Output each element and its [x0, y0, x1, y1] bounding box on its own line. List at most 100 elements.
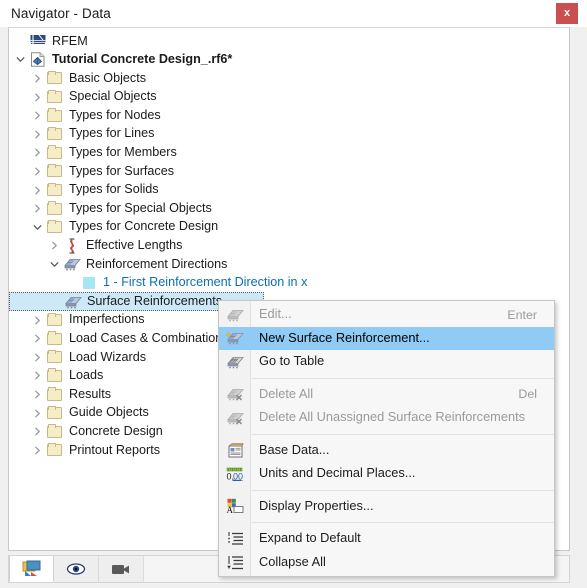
folder-icon — [45, 312, 64, 328]
delete-unassigned-icon — [219, 406, 251, 430]
chevron-right-icon[interactable] — [30, 422, 45, 441]
menu-item[interactable]: Delete All Unassigned Surface Reinforcem… — [219, 406, 554, 430]
chevron-right-icon[interactable] — [30, 404, 45, 423]
folder-open-icon — [45, 219, 64, 235]
folder-icon — [45, 405, 64, 421]
menu-item-label: New Surface Reinforcement... — [259, 329, 430, 345]
tree-item-label: Imperfections — [69, 312, 145, 327]
tree-row[interactable]: Effective Lengths — [9, 237, 569, 256]
tree-row[interactable]: 1 - First Reinforcement Direction in x — [9, 274, 569, 293]
menu-item[interactable]: Collapse All — [219, 551, 554, 575]
chevron-right-icon[interactable] — [30, 330, 45, 349]
tree-row[interactable]: Types for Solids — [9, 181, 569, 200]
chevron-right-icon[interactable] — [30, 311, 45, 330]
tree-row[interactable]: Tutorial Concrete Design_.rf6* — [9, 51, 569, 70]
tree-row[interactable]: Special Objects — [9, 88, 569, 107]
chevron-right-icon[interactable] — [30, 125, 45, 144]
chevron-right-icon[interactable] — [30, 106, 45, 125]
go-to-table-icon — [219, 350, 251, 374]
folder-icon — [45, 126, 64, 142]
menu-item-shortcut: Enter — [507, 307, 537, 322]
menu-separator — [252, 522, 554, 523]
menu-item-label: Go to Table — [259, 353, 325, 369]
rfem-logo-icon — [28, 33, 47, 49]
context-menu[interactable]: Edit... Enter New Surface Reinforcement...… — [218, 300, 555, 577]
tree-item-label: RFEM — [52, 33, 88, 48]
tree-item-label: Types for Concrete Design — [69, 219, 219, 234]
chevron-right-icon[interactable] — [30, 441, 45, 460]
menu-item[interactable]: Delete All Del — [219, 383, 554, 407]
chevron-right-icon[interactable] — [47, 237, 62, 256]
chevron-down-icon[interactable] — [47, 255, 62, 274]
menu-separator — [252, 377, 554, 379]
menu-item[interactable]: Go to Table — [219, 350, 554, 374]
chevron-right-icon[interactable] — [30, 144, 45, 163]
menu-separator — [252, 489, 554, 491]
display-properties-icon: A — [219, 495, 251, 519]
tree-item-label: Effective Lengths — [86, 238, 183, 253]
tree-item-label: Guide Objects — [69, 405, 149, 420]
chevron-down-icon[interactable] — [13, 51, 28, 70]
chevron-right-icon[interactable] — [30, 367, 45, 386]
menu-item[interactable]: Edit... Enter — [219, 303, 554, 327]
tree-item-label: Types for Nodes — [69, 107, 161, 122]
base-data-icon — [219, 439, 251, 463]
chevron-down-icon[interactable] — [30, 218, 45, 237]
tab-navigator-data[interactable] — [9, 556, 54, 582]
display-properties-icon: A — [227, 499, 244, 514]
tree-row[interactable]: Types for Members — [9, 144, 569, 163]
tree-row[interactable]: Types for Special Objects — [9, 199, 569, 218]
menu-item-label: Units and Decimal Places... — [259, 465, 416, 481]
surface-reinforcements-icon — [63, 294, 82, 310]
menu-item[interactable]: New Surface Reinforcement... — [219, 326, 554, 350]
tree-row[interactable]: Types for Lines — [9, 125, 569, 144]
chevron-right-icon[interactable] — [30, 181, 45, 200]
folder-icon — [45, 442, 64, 458]
menu-item[interactable]: 0, 00 Units and Decimal Places... — [219, 462, 554, 486]
tree-item-label: Surface Reinforcements — [87, 293, 223, 308]
tree-item-label: Tutorial Concrete Design_.rf6* — [52, 52, 233, 67]
tree-row[interactable]: Reinforcement Directions — [9, 255, 569, 274]
navigator-data-window: Navigator - Data x RFEM Tutorial Concrete… — [0, 0, 587, 588]
tree-row[interactable]: Types for Concrete Design — [9, 218, 569, 237]
chevron-right-icon[interactable] — [30, 69, 45, 88]
tree-item-label: Types for Special Objects — [69, 200, 212, 215]
tree-row-rfem-root[interactable]: RFEM — [9, 32, 569, 51]
tab-video[interactable] — [99, 556, 144, 582]
menu-item-label: Display Properties... — [259, 497, 374, 513]
tree-item-label: Basic Objects — [69, 70, 146, 85]
chevron-right-icon[interactable] — [30, 88, 45, 107]
window-title: Navigator - Data — [11, 6, 111, 21]
tree-row[interactable]: Types for Nodes — [9, 106, 569, 125]
menu-item[interactable]: A Display Properties... — [219, 495, 554, 519]
close-button[interactable]: x — [556, 3, 578, 24]
units-decimal-places-icon: 0,00 — [219, 462, 251, 486]
menu-item-label: Expand to Default — [259, 530, 361, 546]
folder-icon — [45, 163, 64, 179]
folder-icon — [45, 331, 64, 347]
folder-icon — [45, 387, 64, 403]
menu-item-label: Delete All — [259, 385, 314, 401]
delete-all-icon — [227, 389, 244, 401]
folder-icon — [45, 182, 64, 198]
folder-icon — [45, 70, 64, 86]
tree-item-label: 1 - First Reinforcement Direction in x — [103, 275, 308, 290]
tree-item-label: Load Wizards — [69, 349, 146, 364]
chevron-right-icon[interactable] — [30, 162, 45, 181]
folder-icon — [45, 424, 64, 440]
tree-item-label: Reinforcement Directions — [86, 256, 228, 271]
folder-icon — [45, 145, 64, 161]
svg-text:A: A — [227, 505, 234, 514]
menu-item[interactable]: Base Data... — [219, 439, 554, 463]
chevron-right-icon[interactable] — [30, 385, 45, 404]
tree-item-label: Types for Solids — [69, 182, 159, 197]
folder-icon — [45, 89, 64, 105]
chevron-right-icon[interactable] — [30, 348, 45, 367]
tree-row[interactable]: Types for Surfaces — [9, 162, 569, 181]
menu-item[interactable]: Expand to Default — [219, 527, 554, 551]
tab-display[interactable] — [54, 556, 99, 582]
edit-surface-reinforcement-icon — [219, 303, 251, 327]
expand-to-default-icon — [227, 532, 243, 545]
chevron-right-icon[interactable] — [30, 199, 45, 218]
tree-row[interactable]: Basic Objects — [9, 69, 569, 88]
